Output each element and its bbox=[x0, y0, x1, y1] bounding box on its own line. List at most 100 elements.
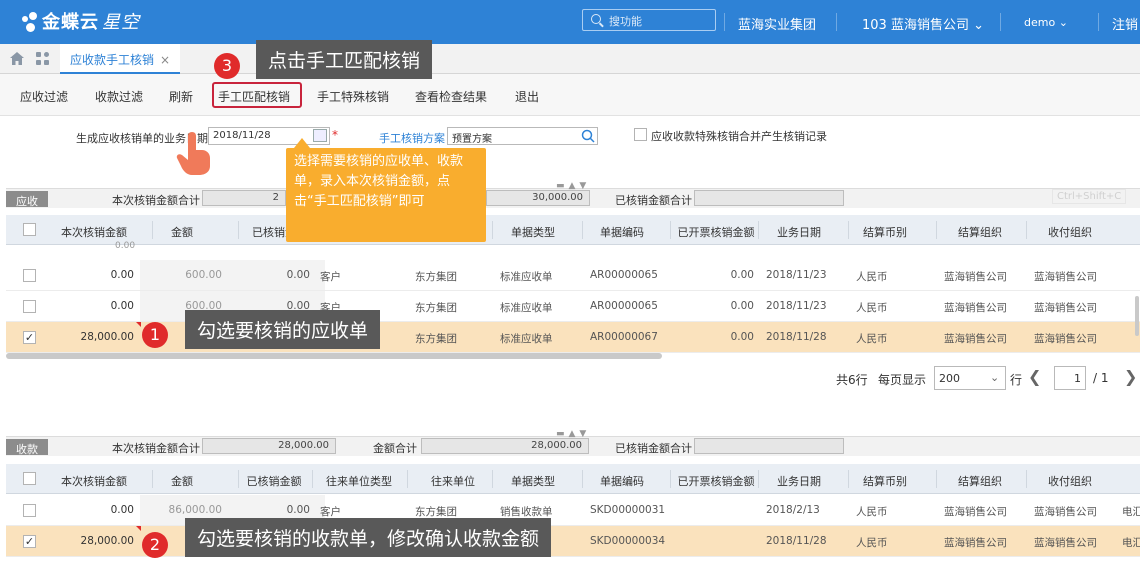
chevron-down-icon[interactable]: ⌄ bbox=[990, 371, 999, 384]
payment-sum-label: 本次核销金额合计 bbox=[112, 442, 200, 455]
column-divider bbox=[582, 470, 583, 488]
column-header[interactable]: 往来单位类型 bbox=[316, 473, 402, 489]
cell-writeoff[interactable]: 0.00 bbox=[62, 300, 134, 312]
cell-doc-type: 销售收款单 bbox=[500, 506, 553, 518]
calendar-icon[interactable] bbox=[313, 129, 327, 142]
payment-amount-sum-value: 28,000.00 bbox=[421, 438, 589, 454]
column-header[interactable]: 单据编码 bbox=[586, 473, 658, 489]
manual-special-writeoff-button[interactable]: 手工特殊核销 bbox=[317, 88, 389, 105]
column-header[interactable]: 结算币别 bbox=[852, 473, 918, 489]
tab-ar-manual-writeoff[interactable]: 应收款手工核销 × bbox=[60, 44, 181, 74]
cell-date: 2018/11/23 bbox=[766, 300, 827, 312]
column-header[interactable]: 金额 bbox=[156, 473, 208, 489]
apps-grid-icon[interactable] bbox=[36, 52, 50, 66]
scheme-input[interactable]: 预置方案 bbox=[447, 127, 598, 145]
manual-match-writeoff-button[interactable]: 手工匹配核销 bbox=[218, 88, 290, 105]
cell-unit-type: 客户 bbox=[320, 506, 341, 518]
receivable-sum-value: 2 bbox=[202, 190, 286, 206]
column-header[interactable]: 单据编码 bbox=[586, 224, 658, 240]
cell-invoiced: 0.00 bbox=[730, 269, 754, 281]
row-checkbox[interactable]: ✓ bbox=[23, 331, 36, 344]
logout-link[interactable]: 注销 bbox=[1112, 14, 1138, 33]
cell-doc-type: 标准应收单 bbox=[500, 271, 553, 283]
step3-callout: 点击手工匹配核销 bbox=[256, 40, 433, 79]
cell-amount: 600.00 bbox=[185, 269, 222, 281]
search-placeholder: 搜功能 bbox=[609, 15, 642, 28]
org-switcher[interactable]: 103 蓝海销售公司 ⌄ bbox=[862, 14, 984, 33]
vertical-scrollbar[interactable] bbox=[1135, 296, 1139, 336]
column-header[interactable]: 业务日期 bbox=[762, 473, 836, 489]
column-divider bbox=[152, 221, 153, 239]
select-all-checkbox[interactable] bbox=[23, 223, 36, 236]
column-header[interactable]: 已开票核销金额 bbox=[674, 473, 758, 489]
column-divider bbox=[1026, 221, 1027, 239]
column-header[interactable]: 收付组织 bbox=[1030, 224, 1110, 240]
column-header[interactable]: 结算币别 bbox=[852, 224, 918, 240]
step1-badge: 1 bbox=[142, 322, 168, 348]
home-icon[interactable] bbox=[10, 52, 24, 65]
view-check-result-button[interactable]: 查看检查结果 bbox=[415, 88, 487, 105]
row-checkbox[interactable]: ✓ bbox=[23, 535, 36, 548]
payment-filter-button[interactable]: 收款过滤 bbox=[95, 88, 143, 105]
column-header[interactable]: 收付组织 bbox=[1030, 473, 1110, 489]
search-icon bbox=[591, 14, 601, 24]
column-header[interactable]: 金额 bbox=[156, 224, 208, 240]
special-merge-checkbox[interactable] bbox=[634, 128, 647, 141]
exit-button[interactable]: 退出 bbox=[515, 88, 539, 105]
cell-writeoff[interactable]: 0.00 bbox=[62, 504, 134, 516]
column-header[interactable]: 本次核销金额 bbox=[58, 224, 130, 240]
row-checkbox[interactable] bbox=[23, 504, 36, 517]
cell-date: 2018/2/13 bbox=[766, 504, 820, 516]
cell-writeoff[interactable]: 28,000.00 bbox=[62, 535, 134, 547]
column-header[interactable]: 结算组织 bbox=[940, 224, 1020, 240]
refresh-button[interactable]: 刷新 bbox=[169, 88, 193, 105]
horizontal-scrollbar[interactable] bbox=[6, 353, 662, 359]
cell-doc-no: AR00000067 bbox=[590, 331, 658, 343]
cell-doc-no: SKD00000031 bbox=[590, 504, 666, 516]
column-divider bbox=[152, 470, 153, 488]
next-page-icon[interactable]: ❯ bbox=[1124, 367, 1137, 386]
column-header[interactable]: 本次核销金额 bbox=[58, 473, 130, 489]
chevron-down-icon: ⌄ bbox=[1058, 16, 1068, 29]
cell-settle-org: 蓝海销售公司 bbox=[944, 333, 1007, 345]
payment-done-sum-value bbox=[694, 438, 844, 454]
chevron-down-icon: ⌄ bbox=[973, 18, 984, 33]
logo-text: 金蝶云 bbox=[42, 12, 99, 33]
column-header[interactable]: 往来单位 bbox=[411, 473, 495, 489]
column-header[interactable]: 单据类型 bbox=[496, 224, 570, 240]
column-header[interactable]: 结算组织 bbox=[940, 473, 1020, 489]
business-date-input[interactable]: 2018/11/28 bbox=[208, 127, 330, 145]
cell-pay-org: 蓝海销售公司 bbox=[1034, 302, 1097, 314]
ar-filter-button[interactable]: 应收过滤 bbox=[20, 88, 68, 105]
cell-unit-type: 客户 bbox=[320, 271, 341, 283]
cell-writeoff[interactable]: 0.00 bbox=[62, 269, 134, 281]
function-search-input[interactable]: 搜功能 bbox=[582, 9, 716, 31]
column-header[interactable]: 业务日期 bbox=[762, 224, 836, 240]
column-divider bbox=[848, 221, 849, 239]
scheme-label[interactable]: 手工核销方案 bbox=[379, 130, 445, 146]
column-header[interactable]: 已核销金额 bbox=[242, 473, 306, 489]
close-icon[interactable]: × bbox=[160, 53, 170, 67]
pointer-hand-icon bbox=[176, 132, 210, 175]
cell-done: 0.00 bbox=[286, 504, 310, 516]
step1-callout: 勾选要核销的应收单 bbox=[185, 310, 381, 349]
row-checkbox[interactable] bbox=[23, 300, 36, 313]
column-header[interactable]: 已开票核销金额 bbox=[674, 224, 758, 240]
search-icon[interactable] bbox=[581, 129, 595, 143]
instruction-tooltip: 选择需要核销的应收单、收款单，录入本次核销金额，点击“手工匹配核销”即可 bbox=[286, 138, 486, 242]
cell-doc-type: 标准应收单 bbox=[500, 333, 553, 345]
select-all-checkbox[interactable] bbox=[23, 472, 36, 485]
row-checkbox[interactable] bbox=[23, 269, 36, 282]
column-header[interactable]: 单据类型 bbox=[496, 473, 570, 489]
column-divider bbox=[670, 221, 671, 239]
tab-label: 应收款手工核销 bbox=[70, 53, 155, 67]
company-group[interactable]: 蓝海实业集团 bbox=[738, 14, 816, 33]
user-menu[interactable]: demo ⌄ bbox=[1024, 16, 1068, 29]
cell-extra: 电汇 bbox=[1122, 506, 1140, 518]
column-divider bbox=[407, 470, 408, 488]
page-input[interactable]: 1 bbox=[1054, 366, 1086, 390]
prev-page-icon[interactable]: ❮ bbox=[1028, 367, 1041, 386]
cell-currency: 人民币 bbox=[856, 271, 888, 283]
cell-writeoff[interactable]: 28,000.00 bbox=[62, 331, 134, 343]
payment-done-sum-label: 已核销金额合计 bbox=[615, 442, 692, 455]
